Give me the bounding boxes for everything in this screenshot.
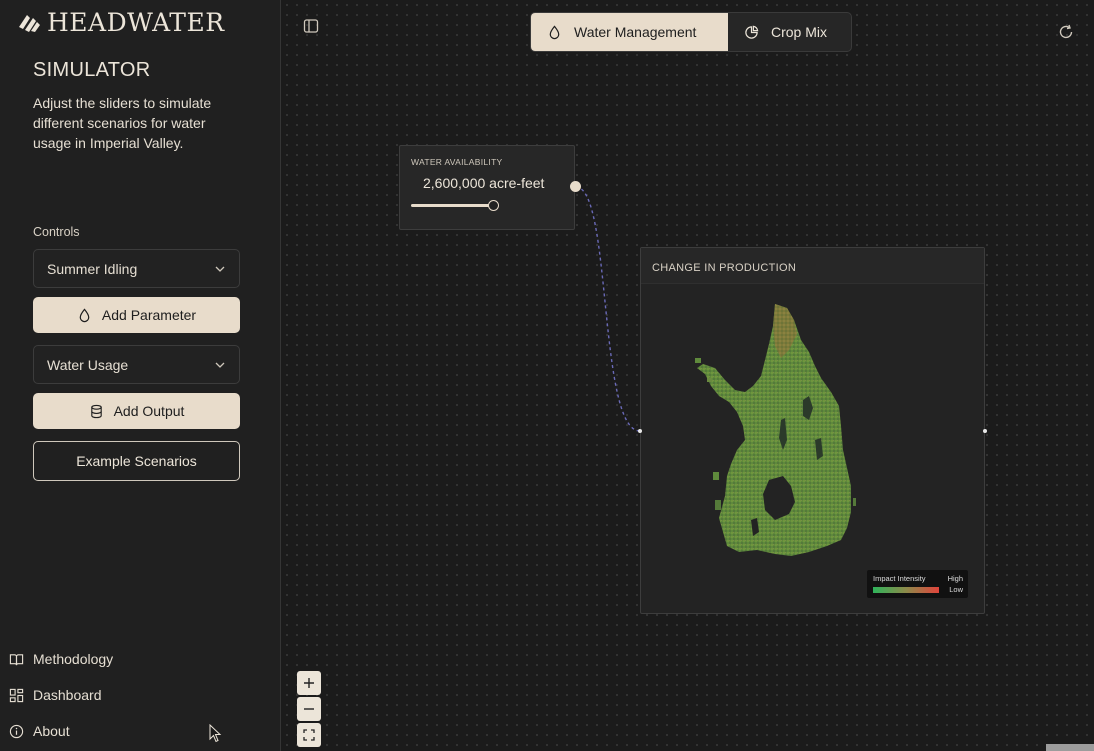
fit-view-icon	[303, 729, 315, 741]
parameter-select[interactable]: Summer Idling	[33, 249, 240, 288]
info-icon	[9, 724, 24, 738]
brand-name: HEADWATER	[47, 7, 225, 37]
water-availability-label: WATER AVAILABILITY	[411, 157, 503, 167]
chevron-down-icon	[215, 362, 225, 368]
droplet-icon	[549, 24, 560, 39]
water-availability-node[interactable]: WATER AVAILABILITY 2,600,000 acre-feet	[399, 145, 575, 230]
nav-about[interactable]: About	[9, 721, 70, 741]
tab-water-management-label: Water Management	[574, 24, 697, 40]
production-input-handle[interactable]	[638, 429, 642, 433]
simulator-description: Adjust the sliders to simulate different…	[33, 95, 212, 151]
logo[interactable]: HEADWATER	[17, 7, 225, 37]
mouse-cursor-icon	[209, 724, 222, 743]
book-icon	[9, 653, 24, 665]
example-scenarios-label: Example Scenarios	[76, 453, 197, 469]
nav-dashboard[interactable]: Dashboard	[9, 685, 102, 705]
legend-gradient-bar	[873, 587, 939, 593]
zoom-in-button[interactable]	[297, 671, 321, 695]
fit-view-button[interactable]	[297, 723, 321, 747]
plus-icon	[304, 678, 314, 688]
nav-dashboard-label: Dashboard	[33, 687, 102, 703]
sidebar-toggle-icon[interactable]	[303, 18, 319, 34]
legend-high-label: High	[947, 574, 963, 583]
tab-crop-mix[interactable]: Crop Mix	[728, 13, 843, 51]
parameter-select-value: Summer Idling	[47, 260, 138, 277]
nav-methodology-label: Methodology	[33, 651, 114, 667]
controls-label: Controls	[33, 225, 80, 239]
add-output-button[interactable]: Add Output	[33, 393, 240, 429]
production-node-title: CHANGE IN PRODUCTION	[652, 262, 797, 274]
map-legend: Impact Intensity High Low	[867, 570, 968, 598]
production-output-handle[interactable]	[983, 429, 987, 433]
chevron-down-icon	[215, 266, 225, 272]
change-in-production-node[interactable]: CHANGE IN PRODUCTION Impact Intensity Hi…	[638, 247, 987, 614]
output-select[interactable]: Water Usage	[33, 345, 240, 384]
water-node-output-handle[interactable]	[570, 181, 581, 192]
pie-chart-icon	[745, 25, 759, 39]
zoom-out-button[interactable]	[297, 697, 321, 721]
water-availability-slider-track[interactable]	[411, 204, 494, 207]
legend-title: Impact Intensity	[873, 574, 926, 583]
mode-tabs: Water Management Crop Mix	[530, 12, 852, 52]
imperial-valley-map	[695, 304, 856, 556]
water-availability-value: 2,600,000 acre-feet	[423, 175, 545, 191]
corner-scroll-indicator	[1046, 744, 1094, 751]
simulator-title: SIMULATOR	[33, 59, 151, 81]
nav-methodology[interactable]: Methodology	[9, 649, 113, 669]
tab-crop-mix-label: Crop Mix	[771, 24, 828, 40]
add-parameter-button[interactable]: Add Parameter	[33, 297, 240, 333]
headwater-logo-icon	[19, 15, 40, 32]
production-node-header: CHANGE IN PRODUCTION	[641, 248, 984, 284]
nav-about-label: About	[33, 723, 70, 739]
grid-icon	[9, 688, 24, 702]
refresh-icon[interactable]	[1058, 24, 1074, 40]
add-parameter-label: Add Parameter	[101, 307, 197, 323]
example-scenarios-button[interactable]: Example Scenarios	[33, 441, 240, 481]
legend-low-label: Low	[949, 585, 963, 594]
droplet-icon	[79, 307, 90, 322]
tab-water-management[interactable]: Water Management	[531, 13, 728, 51]
water-availability-slider-thumb[interactable]	[488, 200, 499, 211]
output-select-value: Water Usage	[47, 356, 129, 373]
minus-icon	[304, 708, 314, 710]
sidebar: HEADWATER SIMULATOR Adjust the sliders t…	[0, 0, 281, 751]
add-output-label: Add Output	[113, 403, 185, 419]
database-icon	[90, 404, 102, 418]
